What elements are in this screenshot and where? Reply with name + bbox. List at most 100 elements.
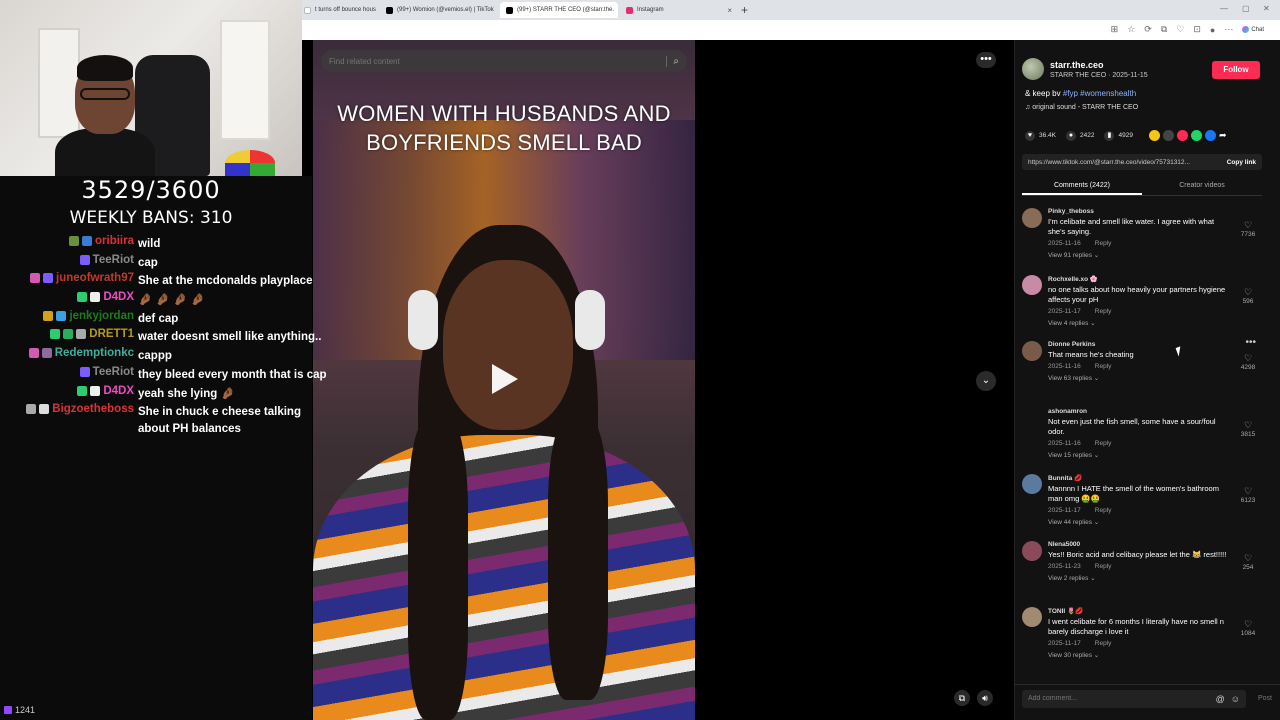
browser-tab[interactable]: Instagram ×: [620, 2, 738, 18]
related-search-input[interactable]: [329, 56, 667, 66]
close-window-icon[interactable]: ✕: [1263, 4, 1270, 13]
chat-username[interactable]: DRETT1: [89, 328, 134, 340]
volume-icon[interactable]: 🔊︎: [977, 690, 993, 706]
reply-button[interactable]: Reply: [1095, 563, 1112, 570]
reply-button[interactable]: Reply: [1095, 440, 1112, 447]
send-icon[interactable]: [1176, 130, 1188, 141]
author-avatar[interactable]: [1022, 58, 1044, 80]
reply-button[interactable]: Reply: [1095, 363, 1112, 370]
whatsapp-icon[interactable]: [1190, 130, 1202, 141]
view-replies-button[interactable]: View 4 replies ⌄: [1048, 319, 1228, 327]
add-comment-field[interactable]: @ ☺: [1022, 689, 1246, 708]
grid-icon[interactable]: ⊞: [1111, 24, 1119, 35]
comment-like-button[interactable]: ♡ 1084: [1236, 619, 1260, 637]
extension-icon[interactable]: ⧉: [1161, 24, 1167, 35]
view-replies-button[interactable]: View 91 replies ⌄: [1048, 251, 1228, 259]
facebook-icon[interactable]: [1204, 130, 1216, 141]
comment-text: That means he's cheating: [1048, 350, 1134, 359]
comment-like-button[interactable]: ♡ 596: [1236, 287, 1260, 305]
commenter-avatar[interactable]: [1022, 673, 1042, 674]
comment-button[interactable]: ● 2422: [1066, 130, 1094, 141]
commenter-name[interactable]: Rochxelle.xo 🌸: [1048, 275, 1228, 283]
next-video-chevron-down-icon[interactable]: ⌄: [976, 371, 996, 391]
comment-like-button[interactable]: ♡ 254: [1236, 553, 1260, 571]
copy-link-button[interactable]: Copy link: [1227, 159, 1256, 166]
repost-icon[interactable]: [1148, 130, 1160, 141]
favorites-icon[interactable]: ♡: [1176, 24, 1184, 35]
mention-icon[interactable]: @: [1216, 694, 1225, 704]
maximize-icon[interactable]: ▢: [1242, 4, 1250, 13]
browser-tab[interactable]: (99+) Womion (@vemios.el) | TikTok ×: [380, 2, 498, 18]
commenter-avatar[interactable]: [1022, 607, 1042, 627]
chat-username[interactable]: Redemptionkc: [55, 347, 134, 359]
commenter-avatar[interactable]: [1022, 208, 1042, 228]
browser-tab-active[interactable]: (99+) STARR THE CEO (@starr.the. ×: [500, 2, 618, 18]
commenter-name[interactable]: Dr_Drey: [1048, 674, 1228, 675]
emoji-icon[interactable]: ☺: [1231, 694, 1240, 704]
collections-icon[interactable]: ⊡: [1193, 24, 1201, 35]
browser-tab[interactable]: t turns off bounce hous ×: [298, 2, 378, 18]
chat-username[interactable]: TeeRiot: [93, 254, 134, 266]
sound-link[interactable]: ♫ original sound - STARR THE CEO: [1025, 104, 1138, 111]
reply-button[interactable]: Reply: [1095, 240, 1112, 247]
commenter-name[interactable]: Dionne Perkins: [1048, 341, 1228, 348]
play-icon[interactable]: [492, 364, 518, 394]
comment-like-button[interactable]: ♡ 4298: [1236, 353, 1260, 371]
commenter-name[interactable]: ashonamron: [1048, 408, 1228, 415]
commenter-name[interactable]: Bunnita 💋: [1048, 474, 1228, 482]
profile-icon[interactable]: ●: [1210, 25, 1215, 35]
add-comment-input[interactable]: [1028, 695, 1210, 702]
commenter-avatar[interactable]: [1022, 341, 1042, 361]
commenter-avatar[interactable]: [1022, 274, 1042, 295]
post-comment-button[interactable]: Post: [1258, 695, 1272, 702]
chat-username[interactable]: D4DX: [103, 385, 134, 397]
hashtag-links[interactable]: #fyp #womenshealth: [1063, 89, 1136, 98]
copilot-chat-button[interactable]: Chat: [1242, 26, 1264, 33]
more-options-icon[interactable]: •••: [976, 52, 996, 68]
star-icon[interactable]: ☆: [1127, 24, 1135, 35]
chat-username[interactable]: juneofwrath97: [56, 272, 134, 284]
share-arrow-icon[interactable]: ➦: [1219, 130, 1230, 141]
commenter-avatar[interactable]: [1022, 474, 1042, 494]
comment-like-button[interactable]: ♡ 3815: [1236, 420, 1260, 438]
view-replies-button[interactable]: View 2 replies ⌄: [1048, 574, 1228, 582]
view-replies-button[interactable]: View 15 replies ⌄: [1048, 451, 1228, 459]
new-tab-button[interactable]: +: [741, 3, 748, 17]
search-icon[interactable]: ⌕: [666, 55, 679, 67]
view-replies-button[interactable]: View 63 replies ⌄: [1048, 374, 1228, 382]
comments-list[interactable]: Pinky_theboss I'm celibate and smell like…: [1020, 206, 1270, 674]
tab-comments[interactable]: Comments (2422): [1022, 178, 1142, 195]
reply-button[interactable]: Reply: [1095, 640, 1112, 647]
refresh-icon[interactable]: ⟳: [1144, 24, 1152, 35]
reply-button[interactable]: Reply: [1095, 308, 1112, 315]
embed-icon[interactable]: [1162, 130, 1174, 141]
comment-more-options-icon[interactable]: •••: [1245, 337, 1256, 348]
like-button[interactable]: ♥ 36.4K: [1025, 130, 1056, 141]
video-caption: WOMEN WITH HUSBANDS AND BOYFRIENDS SMELL…: [337, 101, 671, 155]
author-username[interactable]: starr.the.ceo: [1050, 60, 1148, 70]
comment-body: Dionne Perkins That means he's cheating 20…: [1048, 341, 1228, 382]
close-tab-icon[interactable]: ×: [727, 6, 732, 15]
commenter-name[interactable]: Pinky_theboss: [1048, 208, 1228, 215]
commenter-name[interactable]: Nlena5000: [1048, 541, 1228, 548]
tab-creator-videos[interactable]: Creator videos: [1142, 178, 1262, 195]
comment-like-button[interactable]: ♡ 6123: [1236, 486, 1260, 504]
pip-icon[interactable]: ⧉: [954, 690, 970, 706]
reply-button[interactable]: Reply: [1095, 507, 1112, 514]
chat-username[interactable]: TeeRiot: [93, 366, 134, 378]
view-replies-button[interactable]: View 44 replies ⌄: [1048, 518, 1228, 526]
chat-username[interactable]: D4DX: [103, 291, 134, 303]
minimize-icon[interactable]: —: [1220, 4, 1228, 13]
chat-username[interactable]: jenkyjordan: [69, 310, 134, 322]
save-button[interactable]: ▮ 4929: [1104, 130, 1133, 141]
comment-like-button[interactable]: ♡ 7736: [1236, 220, 1260, 238]
menu-icon[interactable]: ⋯: [1224, 24, 1233, 35]
related-search-bar[interactable]: ⌕: [321, 50, 687, 72]
view-replies-button[interactable]: View 30 replies ⌄: [1048, 651, 1228, 659]
commenter-avatar[interactable]: [1022, 407, 1042, 428]
commenter-name[interactable]: TONII 🌷💋: [1048, 607, 1228, 615]
chat-username[interactable]: Bigzoetheboss: [52, 403, 134, 415]
chat-username[interactable]: oribiira: [95, 235, 134, 247]
commenter-avatar[interactable]: [1022, 540, 1042, 561]
follow-button[interactable]: Follow: [1212, 61, 1260, 79]
